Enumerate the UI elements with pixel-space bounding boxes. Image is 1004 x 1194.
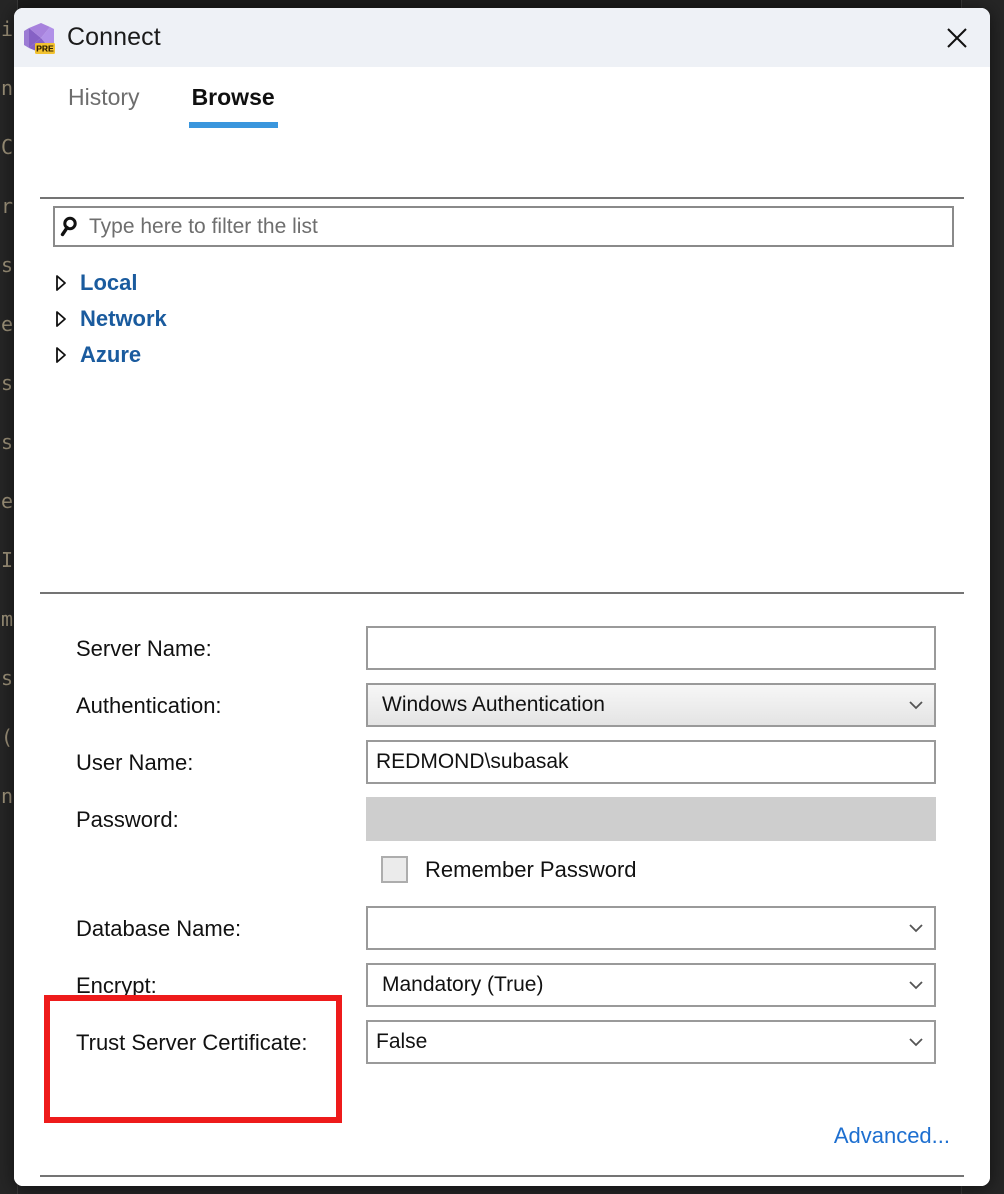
tab-browse-label: Browse [191,84,275,110]
form-row-server-name: Server Name: [14,620,990,677]
trust-server-certificate-value: False [376,1030,428,1053]
filter-box[interactable] [53,206,954,247]
password-label: Password: [76,807,179,832]
chevron-down-icon [908,908,924,948]
connect-dialog: PRE PRE Connect History Browse Type here… [14,8,990,1186]
chevron-right-icon[interactable] [54,310,80,328]
remember-password-label: Remember Password [425,857,637,882]
form-row-trust-server-certificate: Trust Server Certificate: False [14,1014,990,1071]
divider-middle [40,592,964,594]
close-icon [947,27,967,48]
remember-password-checkbox[interactable] [381,856,408,883]
dialog-body: History Browse Type here to filter the l… [14,67,990,1186]
encrypt-value: Mandatory (True) [382,973,544,996]
close-button[interactable] [924,8,990,67]
form-row-encrypt: Encrypt: Mandatory (True) [14,957,990,1014]
filter-input[interactable] [89,211,952,242]
tab-active-underline [188,122,278,128]
tree-item-azure-label: Azure [80,342,142,367]
chevron-right-icon[interactable] [54,274,80,292]
tree-item-local[interactable]: Local [54,265,167,301]
tree-item-network[interactable]: Network [54,301,167,337]
tab-browse[interactable]: Browse [166,80,301,128]
form-row-user-name: User Name: REDMOND\subasak [14,734,990,791]
search-icon [55,215,89,239]
svg-text:PRE: PRE [36,43,54,53]
user-name-label: User Name: [76,750,194,775]
server-tree: Local Network Azure [54,265,167,373]
form-row-remember-password: Remember Password [14,848,990,900]
form-row-database-name: Database Name: [14,900,990,957]
trust-server-certificate-label: Trust Server Certificate: [76,1030,308,1055]
authentication-label: Authentication: [76,693,222,718]
encrypt-label: Encrypt: [76,973,157,998]
database-name-label: Database Name: [76,916,242,941]
database-name-dropdown[interactable] [366,906,936,950]
visual-studio-preview-logo-icon: PRE PRE [22,21,56,55]
form-row-password: Password: [14,791,990,848]
screen: ienC:rss\eseseeInmsl(Un 5947262541170639… [0,0,1004,1194]
password-input[interactable] [366,797,936,841]
chevron-down-icon [908,1022,924,1062]
encrypt-dropdown[interactable]: Mandatory (True) [366,963,936,1007]
dialog-titlebar: PRE PRE Connect [14,8,990,67]
divider-bottom [40,1175,964,1177]
tab-history-label: History [68,84,140,110]
trust-server-certificate-dropdown[interactable]: False [366,1020,936,1064]
chevron-down-icon [908,965,924,1005]
tab-history[interactable]: History [42,80,166,114]
connection-form: Server Name: Authentication: Windows Aut… [14,620,990,1123]
server-name-input[interactable] [366,626,936,670]
dialog-title: Connect [67,23,161,51]
advanced-link[interactable]: Advanced... [834,1123,950,1149]
chevron-right-icon[interactable] [54,346,80,364]
authentication-value: Windows Authentication [382,693,605,716]
tree-item-local-label: Local [80,270,138,295]
tree-item-azure[interactable]: Azure [54,337,167,373]
tree-item-network-label: Network [80,306,167,331]
user-name-input[interactable]: REDMOND\subasak [366,740,936,784]
form-row-authentication: Authentication: Windows Authentication [14,677,990,734]
authentication-dropdown[interactable]: Windows Authentication [366,683,936,727]
chevron-down-icon [908,685,924,725]
dialog-tabs: History Browse [42,80,301,128]
divider-top [40,197,964,199]
server-name-label: Server Name: [76,636,212,661]
